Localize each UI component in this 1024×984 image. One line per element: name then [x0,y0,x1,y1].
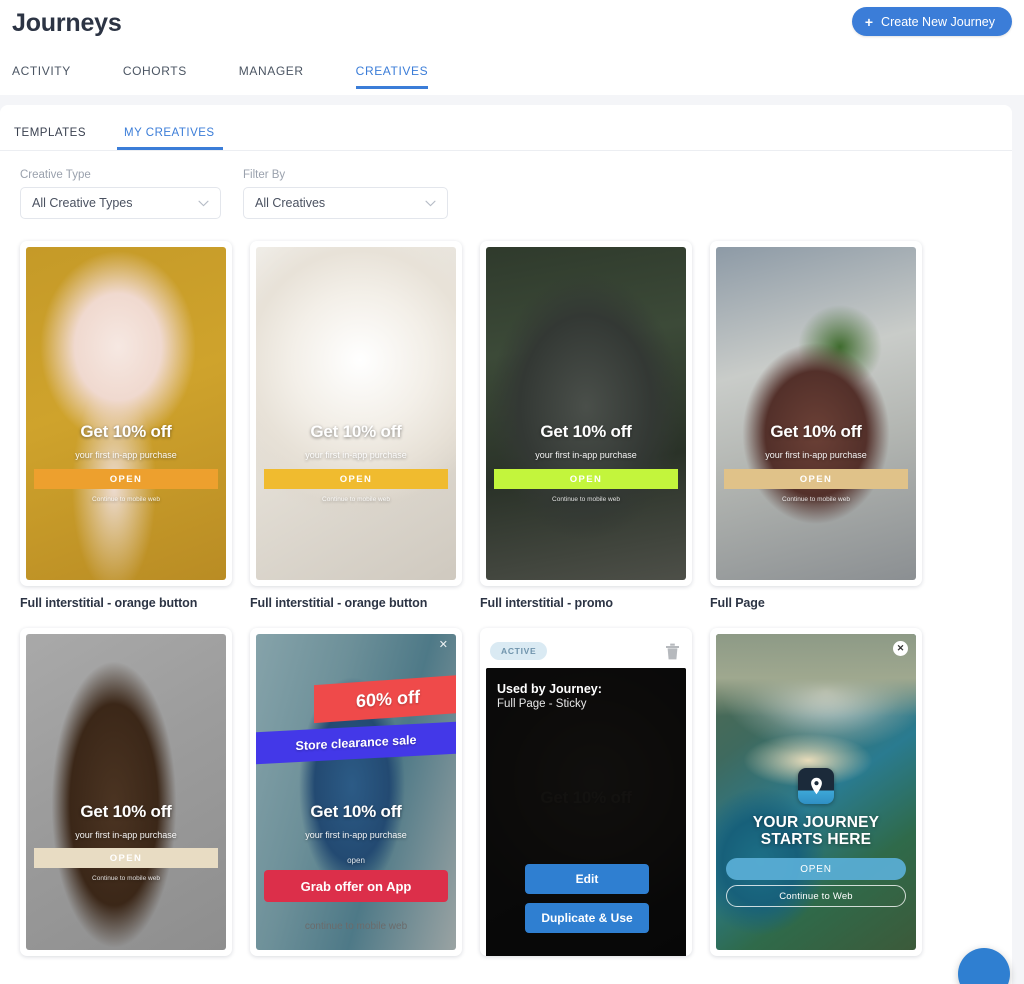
location-pin-icon [798,768,834,804]
creative-open-text: open [347,856,365,865]
creative-cta-button[interactable]: OPEN [34,469,218,489]
close-icon[interactable]: ✕ [439,640,448,651]
creative-card-5[interactable]: Get 10% off your first in-app purchase O… [20,628,232,956]
used-by-journey: Used by Journey: Full Page - Sticky [497,682,602,710]
creative-footnote: Continue to mobile web [92,496,160,503]
creative-card-label: Full interstitial - promo [480,596,613,610]
app-root: Journeys + Create New Journey ACTIVITY C… [0,0,1024,984]
sub-tab-templates[interactable]: TEMPLATES [14,127,86,150]
card-hover-header: ACTIVE [486,634,686,668]
chevron-down-icon [198,200,209,207]
creative-type-label: Creative Type [20,169,91,181]
used-by-title: Used by Journey: [497,682,602,696]
creative-card-3[interactable]: Get 10% off your first in-app purchase O… [480,241,692,586]
cappuccino-photo [256,247,456,580]
creative-cell: Get 10% off your first in-app purchase O… [480,241,692,610]
creative-headline: Get 10% off [310,422,402,441]
creative-footnote: Continue to mobile web [552,496,620,503]
creative-cta-button[interactable]: OPEN [726,858,906,880]
status-badge: ACTIVE [490,642,548,660]
create-new-journey-label: Create New Journey [881,14,995,29]
creatives-grid: Get 10% off your first in-app purchase O… [0,219,1012,956]
creative-headline: Get 10% off [540,422,632,441]
steak-photo [716,247,916,580]
creative-cell: ✕ YOUR JOURNEY STARTS HERE OPEN Continue… [710,628,922,956]
creative-headline: Get 10% off [80,802,172,821]
continue-to-web-link[interactable]: continue to mobile web [256,921,456,932]
filter-by-label: Filter By [243,169,286,181]
creative-cell: ✕ 60% off Store clearance sale Get 10% o… [250,628,462,956]
creative-preview: Get 10% off your first in-app purchase O… [26,247,226,580]
creative-footnote: Continue to mobile web [92,875,160,882]
creative-cell: ACTIVE Get 10% off [480,628,692,956]
tab-activity[interactable]: ACTIVITY [12,58,93,87]
creative-subline: your first in-app purchase [765,450,867,460]
creative-preview: Get 10% off your first in-app purchase O… [486,247,686,580]
creative-card-1[interactable]: Get 10% off your first in-app purchase O… [20,241,232,586]
creative-preview: ✕ 60% off Store clearance sale Get 10% o… [256,634,456,950]
creative-subline: your first in-app purchase [305,830,407,840]
creative-cta-button[interactable]: OPEN [494,469,678,489]
creative-card-label: Full Page [710,596,765,610]
creative-preview: Get 10% off your first in-app purchase O… [256,247,456,580]
creative-card-8[interactable]: ✕ YOUR JOURNEY STARTS HERE OPEN Continue… [710,628,922,956]
creative-preview: Get 10% off Used by Journey: Full Page -… [486,668,686,956]
ice-cream-photo [26,247,226,580]
creative-headline: Get 10% off [310,802,402,821]
creative-cell: Get 10% off your first in-app purchase O… [710,241,922,610]
creative-preview: Get 10% off your first in-app purchase O… [26,634,226,950]
creative-card-label: Full interstitial - orange button [250,596,428,610]
creative-cell: Get 10% off your first in-app purchase O… [20,628,232,956]
creative-preview: ✕ YOUR JOURNEY STARTS HERE OPEN Continue… [716,634,916,950]
sub-tab-bar: TEMPLATES MY CREATIVES [0,105,1012,151]
creative-subline: your first in-app purchase [305,450,407,460]
tab-cohorts[interactable]: COHORTS [123,58,209,87]
tab-manager[interactable]: MANAGER [239,58,326,87]
creative-subline: your first in-app purchase [535,450,637,460]
sub-tab-my-creatives[interactable]: MY CREATIVES [117,127,223,150]
creative-card-label: Full interstitial - orange button [20,596,198,610]
edit-button[interactable]: Edit [525,864,649,894]
creative-headline: YOUR JOURNEY STARTS HERE [752,814,880,849]
creative-type-select[interactable]: All Creative Types [20,187,221,219]
filter-by-value: All Creatives [255,196,326,210]
close-icon[interactable]: ✕ [893,641,908,656]
creative-cell: Get 10% off your first in-app purchase O… [250,241,462,610]
creative-cta-button[interactable]: OPEN [724,469,908,489]
creatives-panel: TEMPLATES MY CREATIVES Creative Type All… [0,105,1012,984]
create-new-journey-button[interactable]: + Create New Journey [851,7,1012,36]
duplicate-and-use-button[interactable]: Duplicate & Use [525,903,649,933]
creative-subline: your first in-app purchase [75,830,177,840]
creative-headline: Get 10% off [80,422,172,441]
creative-card-6[interactable]: ✕ 60% off Store clearance sale Get 10% o… [250,628,462,956]
filter-bar: Creative Type All Creative Types Filter … [0,151,1012,219]
chocolate-photo [26,634,226,950]
trash-icon[interactable] [665,643,680,660]
creative-cell: Get 10% off your first in-app purchase O… [20,241,232,610]
backpack-photo [486,247,686,580]
used-by-value: Full Page - Sticky [497,698,587,710]
creative-subline: your first in-app purchase [75,450,177,460]
tab-creatives[interactable]: CREATIVES [355,58,451,89]
filter-by-filter: Filter By All Creatives [243,169,448,219]
creative-preview: Get 10% off your first in-app purchase O… [716,247,916,580]
page-header: Journeys + Create New Journey ACTIVITY C… [0,0,1024,95]
creative-headline: Get 10% off [770,422,862,441]
creative-card-2[interactable]: Get 10% off your first in-app purchase O… [250,241,462,586]
creative-cta-button[interactable]: OPEN [34,848,218,868]
creative-footnote: Continue to mobile web [322,496,390,503]
creative-card-4[interactable]: Get 10% off your first in-app purchase O… [710,241,922,586]
creative-card-7[interactable]: ACTIVE Get 10% off [480,628,692,956]
creative-type-filter: Creative Type All Creative Types [20,169,221,219]
creative-cta-button[interactable]: OPEN [264,469,448,489]
creative-type-value: All Creative Types [32,196,133,210]
grab-offer-button[interactable]: Grab offer on App [264,870,448,902]
continue-to-web-button[interactable]: Continue to Web [726,885,906,907]
filter-by-select[interactable]: All Creatives [243,187,448,219]
chevron-down-icon [425,200,436,207]
plus-icon: + [864,13,874,30]
main-tab-bar: ACTIVITY COHORTS MANAGER CREATIVES [12,58,1012,89]
creative-footnote: Continue to mobile web [782,496,850,503]
